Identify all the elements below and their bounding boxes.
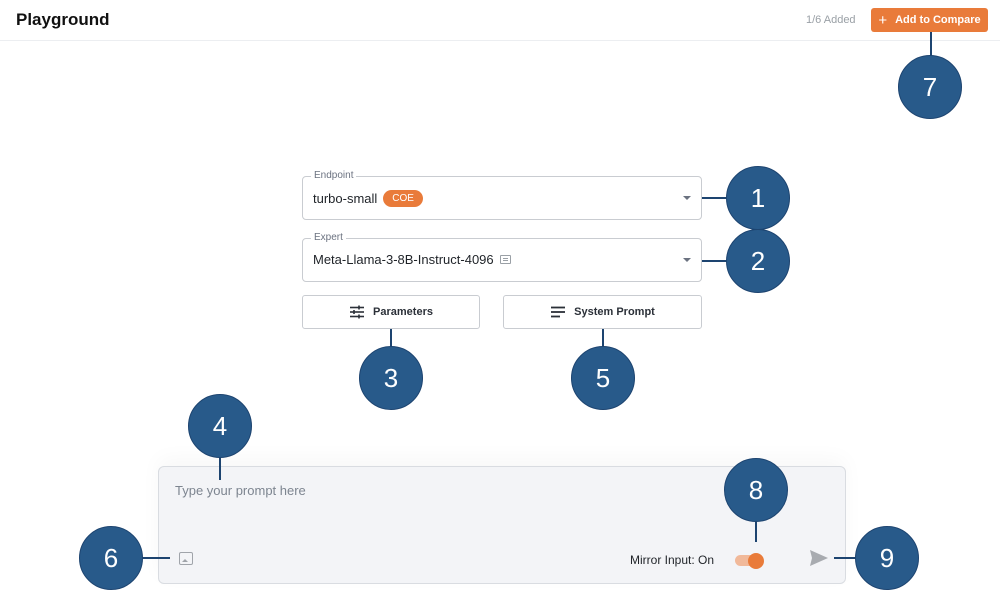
- callout-line-6: [142, 557, 170, 559]
- endpoint-value-row: turbo-small COE: [313, 190, 423, 207]
- lines-icon: [551, 306, 566, 318]
- chevron-down-icon[interactable]: [683, 258, 691, 262]
- send-icon[interactable]: [809, 549, 829, 567]
- added-count: 1/6 Added: [806, 14, 856, 26]
- expert-select[interactable]: Expert Meta-Llama-3-8B-Instruct-4096: [302, 232, 702, 282]
- endpoint-value: turbo-small: [313, 191, 378, 206]
- callout-line-4: [219, 456, 221, 480]
- mirror-input-label: Mirror Input: On: [630, 553, 715, 567]
- callout-2: 2: [726, 229, 790, 293]
- toggle-thumb: [748, 553, 764, 569]
- expert-value: Meta-Llama-3-8B-Instruct-4096: [313, 252, 494, 267]
- endpoint-label: Endpoint: [311, 170, 357, 181]
- parameters-button[interactable]: Parameters: [302, 295, 480, 329]
- system-prompt-label: System Prompt: [574, 306, 655, 318]
- system-prompt-button[interactable]: System Prompt: [503, 295, 702, 329]
- playground-page: Playground 1/6 Added + Add to Compare En…: [0, 0, 1000, 600]
- callout-line-1: [702, 197, 727, 199]
- plus-icon: +: [878, 11, 888, 29]
- endpoint-select[interactable]: Endpoint turbo-small COE: [302, 170, 702, 220]
- chat-icon: [499, 255, 511, 264]
- callout-9: 9: [855, 526, 919, 590]
- chevron-down-icon[interactable]: [683, 196, 691, 200]
- top-bar: Playground 1/6 Added + Add to Compare: [0, 0, 1000, 41]
- callout-6: 6: [79, 526, 143, 590]
- expert-label: Expert: [311, 232, 346, 243]
- parameters-label: Parameters: [373, 306, 433, 318]
- callout-1: 1: [726, 166, 790, 230]
- callout-7: 7: [898, 55, 962, 119]
- callout-5: 5: [571, 346, 635, 410]
- callout-3: 3: [359, 346, 423, 410]
- callout-line-2: [702, 260, 727, 262]
- callout-8: 8: [724, 458, 788, 522]
- image-icon[interactable]: [179, 552, 193, 565]
- coe-badge: COE: [383, 190, 423, 207]
- add-to-compare-button[interactable]: + Add to Compare: [871, 8, 988, 32]
- sliders-icon: [350, 305, 365, 319]
- page-title: Playground: [16, 10, 110, 29]
- callout-4: 4: [188, 394, 252, 458]
- add-to-compare-label: Add to Compare: [895, 14, 981, 26]
- mirror-input-toggle[interactable]: [735, 553, 765, 569]
- expert-value-row: Meta-Llama-3-8B-Instruct-4096: [313, 252, 511, 267]
